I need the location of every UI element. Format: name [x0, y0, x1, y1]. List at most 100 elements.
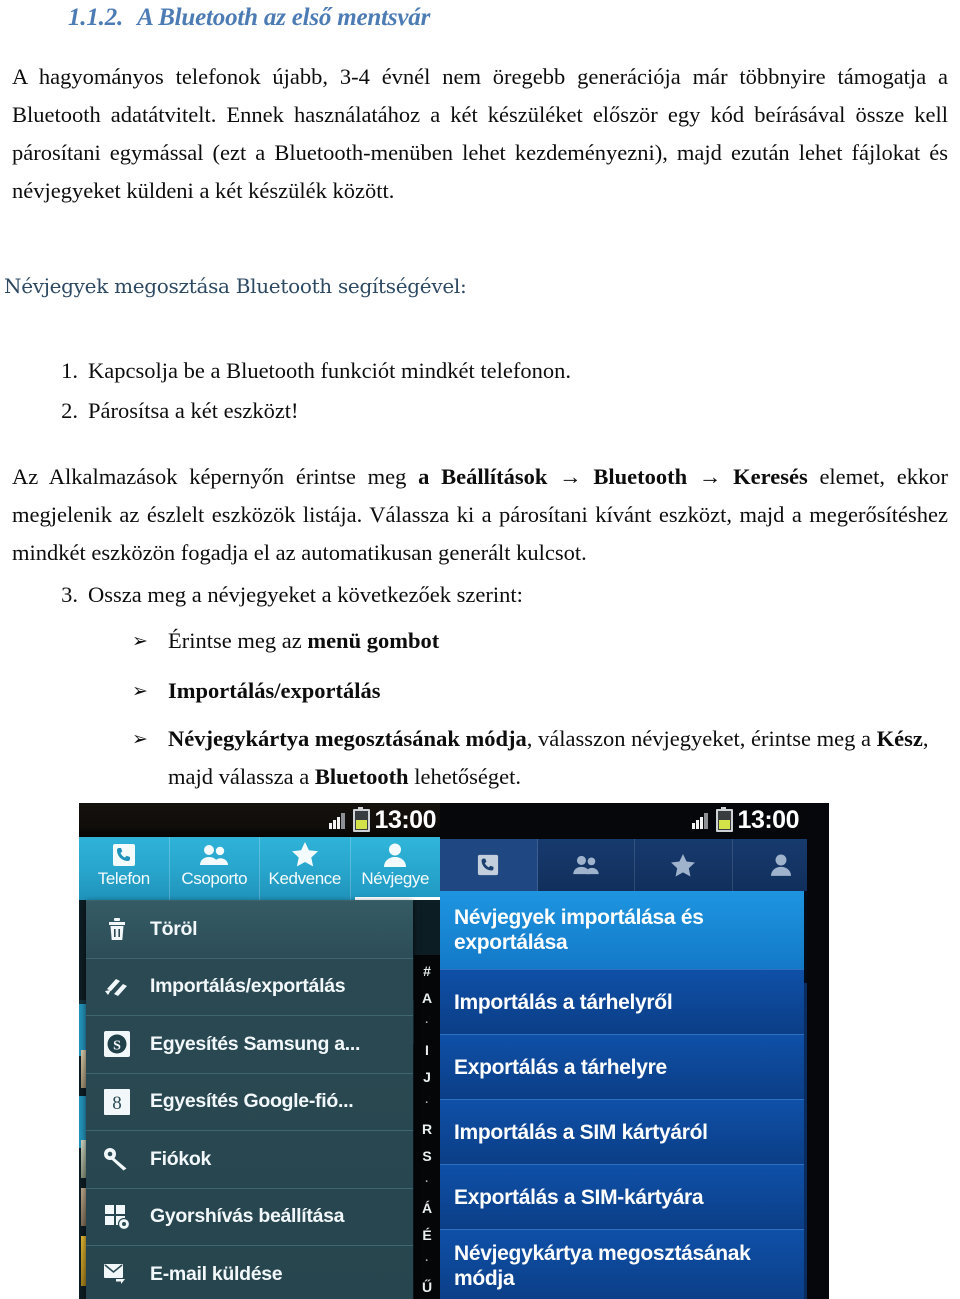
- tab-kedvencek[interactable]: Kedvence: [260, 837, 351, 900]
- signal-bars-icon: [691, 812, 711, 829]
- menu-item-email-kuldese[interactable]: E-mail küldése: [86, 1246, 413, 1299]
- menu-item-importalas-sim[interactable]: Importálás a SIM kártyáról: [440, 1100, 804, 1165]
- tab-telefon[interactable]: Telefon: [79, 837, 170, 900]
- alpha-index-item[interactable]: Ű: [422, 1280, 432, 1294]
- menu-item-label: Importálás a SIM kártyáról: [454, 1120, 708, 1144]
- alphabet-index-strip[interactable]: # A · I J · R S · Á É · Ű: [414, 955, 440, 1299]
- menu-item-label: Egyesítés Samsung a...: [150, 1032, 361, 1055]
- trash-icon: [98, 912, 136, 946]
- alpha-index-item[interactable]: #: [423, 964, 431, 978]
- people-group-icon: [572, 855, 600, 875]
- alpha-index-item[interactable]: I: [425, 1043, 429, 1057]
- svg-text:S: S: [113, 1039, 121, 1054]
- menu-item-label: Exportálás a SIM-kártyára: [454, 1185, 704, 1209]
- heading-title: A Bluetooth az első mentsvár: [137, 4, 431, 31]
- right-status-bar: 13:00: [440, 803, 829, 839]
- list-text: Ossza meg a névjegyeket a következőek sz…: [88, 582, 523, 607]
- tab-label: Telefon: [97, 869, 150, 888]
- menu-item-torol[interactable]: Töröl: [86, 901, 413, 959]
- person-icon: [770, 854, 791, 876]
- dialog-title-row: Névjegyek importálása és exportálása: [440, 891, 804, 970]
- para2-bold-search: Keresés: [733, 464, 808, 489]
- bullet2-seg0: Névjegykártya megosztásának módja: [168, 726, 527, 751]
- star-icon: [291, 841, 318, 868]
- right-tab-bar: [440, 839, 829, 891]
- tab-kedvencek[interactable]: [635, 839, 733, 891]
- send-email-icon: [98, 1257, 136, 1291]
- tab-label: Névjegye: [361, 869, 430, 888]
- dialog-title: Névjegyek importálása és exportálása: [454, 906, 704, 954]
- alpha-index-item[interactable]: ·: [425, 1176, 429, 1188]
- menu-item-exportalas-sim[interactable]: Exportálás a SIM-kártyára: [440, 1165, 804, 1230]
- alpha-index-item[interactable]: A: [422, 991, 432, 1005]
- svg-text:8: 8: [112, 1093, 122, 1114]
- menu-item-nevjegykartya-megosztas[interactable]: Névjegykártya megosztásának módja: [440, 1230, 804, 1299]
- alpha-index-item[interactable]: É: [422, 1228, 431, 1242]
- para2-bold-settings: a Beállítások: [418, 464, 548, 489]
- bullet2-seg5: lehetőséget.: [408, 764, 522, 789]
- para2-part1: Az Alkalmazások képernyőn érintse meg: [12, 464, 419, 489]
- tab-label: Kedvence: [268, 869, 342, 888]
- bullet2-seg1: , válasszon névjegyeket, érintse meg a: [526, 726, 877, 751]
- para2-bold-bluetooth: Bluetooth: [593, 464, 688, 489]
- signal-bars-icon: [328, 812, 348, 829]
- right-dialog-menu: Névjegyek importálása és exportálása Imp…: [440, 891, 804, 1299]
- bullet1-seg0: Importálás/exportálás: [168, 678, 381, 703]
- menu-item-label: Importálás a tárhelyről: [454, 990, 673, 1014]
- section-heading: 1.1.2. A Bluetooth az első mentsvár: [68, 4, 430, 32]
- star-icon: [671, 853, 696, 877]
- status-clock: 13:00: [374, 806, 437, 834]
- menu-item-fiokok[interactable]: Fiókok: [86, 1131, 413, 1189]
- alpha-index-item[interactable]: S: [422, 1149, 431, 1163]
- menu-item-exportalas-tarhelyre[interactable]: Exportálás a tárhelyre: [440, 1035, 804, 1100]
- battery-icon: [715, 806, 733, 832]
- list-marker: 3.: [61, 582, 78, 607]
- tab-telefon[interactable]: [440, 839, 538, 891]
- battery-icon: [352, 806, 370, 832]
- menu-item-label: Importálás/exportálás: [150, 975, 346, 998]
- bullet0-seg0: Érintse meg az: [168, 628, 308, 653]
- menu-item-egyesites-samsung[interactable]: S Egyesítés Samsung a...: [86, 1016, 413, 1074]
- para2-arrow2: →: [687, 464, 734, 489]
- bullet0-seg1: menü gombot: [307, 628, 440, 653]
- list-marker: 1.: [61, 358, 78, 383]
- bullet-text: Névjegykártya megosztásának módja, válas…: [168, 720, 948, 796]
- alpha-index-item[interactable]: J: [423, 1070, 431, 1084]
- alpha-index-item[interactable]: ·: [425, 1018, 429, 1029]
- menu-item-egyesites-google[interactable]: 8 Egyesítés Google-fió...: [86, 1074, 413, 1131]
- para2-arrow1: →: [547, 464, 594, 489]
- menu-item-importalas-tarhelyrol[interactable]: Importálás a tárhelyről: [440, 970, 804, 1035]
- alpha-index-item[interactable]: ·: [425, 1255, 429, 1267]
- left-context-menu: Töröl Importálás/exportálás S Egyesítés …: [86, 900, 413, 1299]
- tab-csoportok[interactable]: Csoporto: [170, 837, 260, 900]
- menu-item-label: Gyorshívás beállítása: [150, 1205, 345, 1228]
- bullet-text: Importálás/exportálás: [168, 672, 948, 710]
- tab-nevjegyek[interactable]: Névjegye: [350, 837, 440, 900]
- samsung-account-icon: S: [98, 1027, 136, 1061]
- document-page: 1.1.2. A Bluetooth az első mentsvár A hag…: [0, 0, 960, 1299]
- left-phone-screen: 13:00 Telefon Csoporto Kedvence Névjegye…: [79, 803, 440, 1299]
- menu-item-label: Egyesítés Google-fió...: [150, 1090, 354, 1113]
- menu-item-label: Fiókok: [150, 1147, 212, 1170]
- phone-handset-icon: [477, 854, 499, 876]
- menu-item-gyorshivas[interactable]: Gyorshívás beállítása: [86, 1189, 413, 1246]
- menu-item-importalas-exportalas[interactable]: Importálás/exportálás: [86, 959, 413, 1016]
- heading-number: 1.1.2.: [68, 4, 124, 31]
- arrow-bullet-icon: ➢: [132, 680, 148, 702]
- bullet2-seg2: Kész: [876, 726, 923, 751]
- tab-csoportok[interactable]: [538, 839, 635, 891]
- bullet-text: Érintse meg az menü gombot: [168, 622, 948, 660]
- intro-paragraph: A hagyományos telefonok újabb, 3-4 évnél…: [12, 64, 948, 203]
- right-phone-bezel: [807, 803, 829, 1299]
- import-export-icon: [98, 970, 136, 1004]
- menu-item-label: Exportálás a tárhelyre: [454, 1055, 667, 1079]
- list-text: Párosítsa a két eszközt!: [88, 398, 299, 423]
- list-marker: 2.: [61, 398, 78, 423]
- alpha-index-item[interactable]: Á: [422, 1201, 432, 1215]
- left-status-bar: 13:00: [79, 803, 440, 837]
- menu-item-label: Töröl: [150, 917, 198, 940]
- arrow-bullet-icon: ➢: [132, 728, 148, 750]
- phone-handset-icon: [112, 841, 136, 868]
- alpha-index-item[interactable]: R: [422, 1122, 432, 1136]
- alpha-index-item[interactable]: ·: [425, 1097, 429, 1109]
